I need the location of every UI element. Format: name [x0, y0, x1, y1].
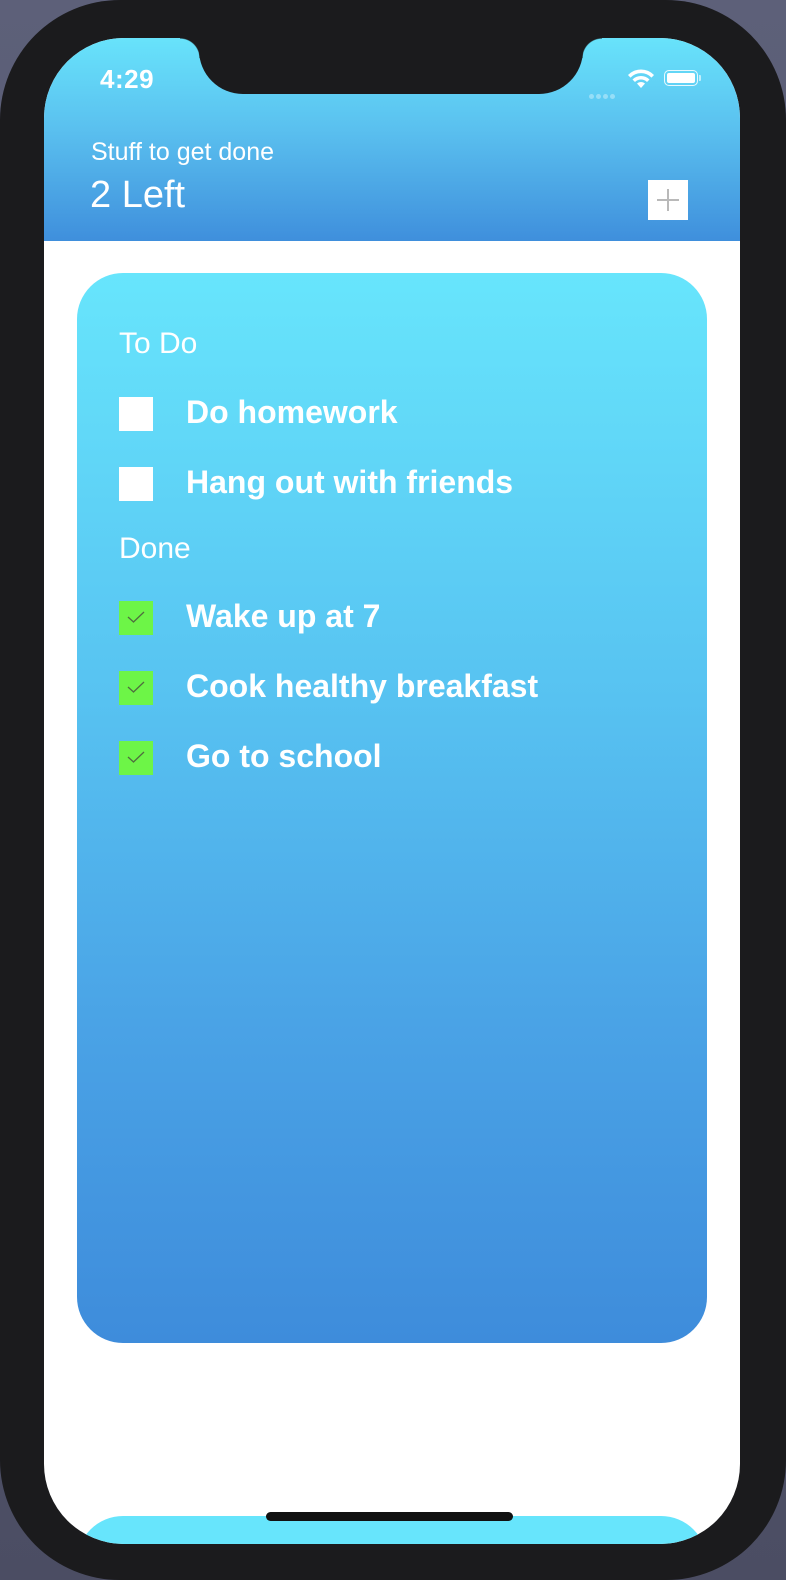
task-label: Go to school — [186, 738, 382, 774]
remaining-count-title: 2 Left — [90, 174, 186, 216]
add-task-button[interactable] — [648, 180, 688, 220]
task-checkbox[interactable] — [119, 467, 153, 501]
status-time: 4:29 — [100, 64, 155, 94]
task-item-done[interactable]: Wake up at 7 — [119, 598, 679, 637]
task-checkbox-checked[interactable] — [119, 741, 153, 775]
checkmark-icon — [127, 751, 145, 763]
header-subtitle: Stuff to get done — [91, 138, 275, 166]
task-item[interactable]: Do homework — [119, 394, 679, 433]
checkmark-icon — [127, 681, 145, 693]
task-item[interactable]: Hang out with friends — [119, 464, 679, 503]
task-list-card: To Do Do homework Hang out with friends … — [77, 273, 707, 1343]
task-item-done[interactable]: Cook healthy breakfast — [119, 668, 679, 707]
device-notch — [180, 38, 602, 94]
phone-frame: 4:29 Stuff to get done 2 Left To Do Do h… — [0, 0, 786, 1580]
task-checkbox-checked[interactable] — [119, 601, 153, 635]
task-label: Do homework — [186, 394, 398, 430]
wifi-icon — [628, 69, 654, 88]
app-screen: 4:29 Stuff to get done 2 Left To Do Do h… — [44, 38, 740, 1544]
home-indicator[interactable] — [266, 1512, 513, 1521]
todo-section-label: To Do — [119, 327, 198, 360]
task-item-done[interactable]: Go to school — [119, 738, 679, 777]
task-label: Cook healthy breakfast — [186, 668, 539, 704]
task-label: Hang out with friends — [186, 464, 514, 500]
task-checkbox-checked[interactable] — [119, 671, 153, 705]
signal-icon — [589, 84, 621, 99]
done-section-label: Done — [119, 532, 191, 565]
task-checkbox[interactable] — [119, 397, 153, 431]
checkmark-icon — [127, 611, 145, 623]
task-label: Wake up at 7 — [186, 598, 381, 634]
battery-icon — [664, 70, 704, 88]
